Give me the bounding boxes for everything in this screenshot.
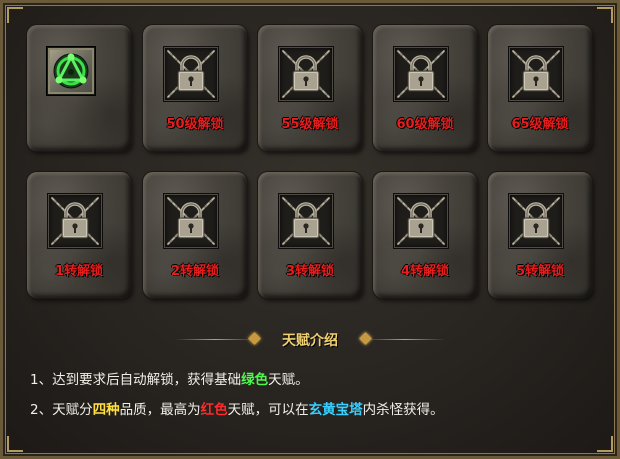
padlock-chains-icon (394, 194, 448, 248)
slot-label: 55级解锁 (281, 117, 339, 132)
locked-slot-50[interactable]: 50级解锁 (143, 25, 247, 151)
padlock-chains-icon (279, 47, 333, 101)
padlock-chains-icon (48, 194, 102, 248)
slot-label: 65级解锁 (511, 117, 569, 132)
slot-label: 60级解锁 (396, 117, 454, 132)
locked-slot-rebirth-5[interactable]: 5转解锁 (488, 172, 592, 298)
frame-corner (7, 436, 23, 452)
locked-slot-60[interactable]: 60级解锁 (373, 25, 477, 151)
slot-label: 2转解锁 (170, 264, 220, 279)
green-quality-text: 绿色 (241, 372, 269, 388)
locked-slot-55[interactable]: 55级解锁 (258, 25, 362, 151)
padlock-chains-icon (394, 47, 448, 101)
slot-label: 50级解锁 (166, 117, 224, 132)
locked-slot-rebirth-2[interactable]: 2转解锁 (143, 172, 247, 298)
intro-line-1: 1、达到要求后自动解锁，获得基础绿色天赋。 (30, 368, 309, 388)
intro-line-1-text: 天赋。 (268, 372, 309, 388)
triangle-circle-talent-icon[interactable] (47, 47, 95, 95)
title-divider-right (365, 339, 445, 340)
slot-label: 4转解锁 (400, 264, 450, 279)
intro-line-2-text: 品质，最高为 (119, 402, 201, 418)
locked-slot-rebirth-1[interactable]: 1转解锁 (27, 172, 131, 298)
padlock-chains-icon (509, 47, 563, 101)
intro-line-2-text: 内杀怪获得。 (362, 402, 444, 418)
slot-label: 1转解锁 (54, 264, 104, 279)
padlock-chains-icon (164, 47, 218, 101)
intro-line-1-text: 1、达到要求后自动解锁，获得基础 (30, 372, 242, 388)
slot-label: 5转解锁 (515, 264, 565, 279)
padlock-chains-icon (279, 194, 333, 248)
locked-slot-65[interactable]: 65级解锁 (488, 25, 592, 151)
frame-corner (597, 436, 613, 452)
red-quality-text: 红色 (200, 402, 228, 418)
intro-title: 天赋介绍 (282, 333, 338, 349)
locked-slot-rebirth-3[interactable]: 3转解锁 (258, 172, 362, 298)
padlock-chains-icon (509, 194, 563, 248)
locked-slot-rebirth-4[interactable]: 4转解锁 (373, 172, 477, 298)
intro-line-2-text: 2、天赋分 (30, 402, 93, 418)
frame-corner (597, 7, 613, 23)
intro-line-2: 2、天赋分四种品质，最高为红色天赋，可以在玄黄宝塔内杀怪获得。 (30, 398, 444, 418)
intro-line-2-text: 天赋，可以在 (227, 402, 309, 418)
location-text: 玄黄宝塔 (308, 402, 363, 418)
four-qualities-text: 四种 (92, 402, 120, 418)
talent-slot-1[interactable] (27, 25, 131, 151)
slot-label: 3转解锁 (285, 264, 335, 279)
padlock-chains-icon (164, 194, 218, 248)
frame-corner (7, 7, 23, 23)
